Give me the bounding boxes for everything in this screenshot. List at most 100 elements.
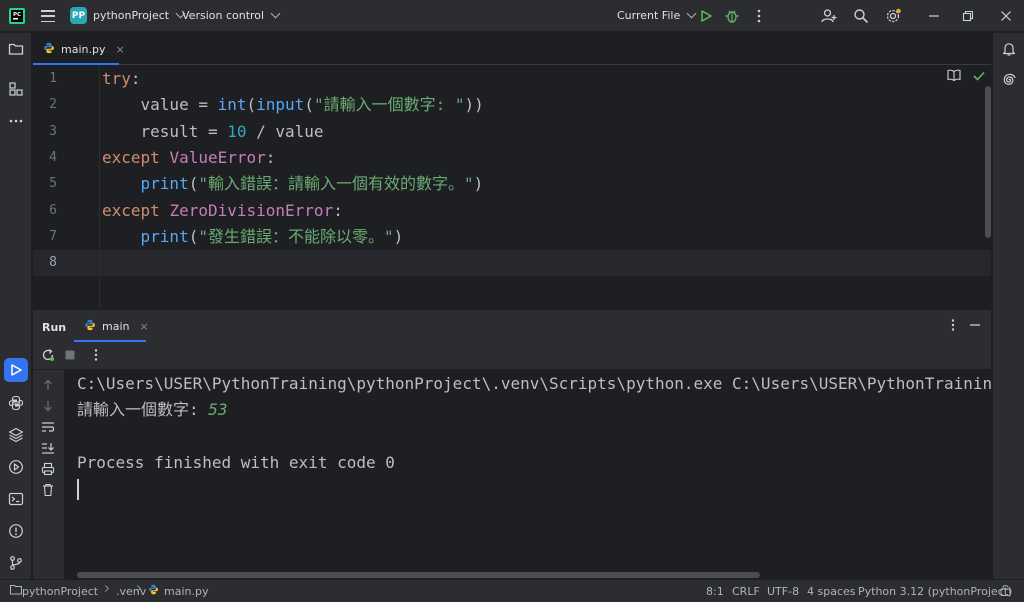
console-prompt-line: 請輸入一個數字: 53: [77, 400, 228, 420]
python-packages-icon[interactable]: [7, 394, 25, 412]
indent-setting[interactable]: 4 spaces: [807, 585, 856, 598]
soft-wrap-icon[interactable]: [41, 420, 55, 434]
add-user-icon[interactable]: [820, 7, 838, 25]
scroll-to-end-icon[interactable]: [41, 441, 55, 455]
close-window-icon[interactable]: [997, 7, 1015, 25]
line-number[interactable]: 1: [33, 71, 57, 86]
code-token: ValueError: [169, 147, 266, 167]
run-tool-window-icon[interactable]: [4, 358, 28, 382]
run-console-output[interactable]: C:\Users\USER\PythonTraining\pythonProje…: [64, 370, 991, 579]
code-token: :: [130, 69, 141, 88]
settings-gear-icon[interactable]: [884, 7, 902, 25]
services-icon[interactable]: [7, 458, 25, 476]
code-token: (: [188, 226, 199, 246]
more-tool-windows-icon[interactable]: [7, 112, 25, 130]
title-bar: PC PP pythonProject Version control Curr…: [0, 0, 1024, 32]
editor-tab-label: main.py: [61, 42, 106, 56]
lock-icon[interactable]: [1000, 584, 1011, 599]
code-token: print: [140, 226, 189, 246]
code-line: except ValueError:: [102, 148, 275, 168]
clear-trash-icon[interactable]: [41, 483, 55, 497]
line-number[interactable]: 8: [33, 255, 57, 270]
search-icon[interactable]: [852, 7, 870, 25]
code-token: 10: [227, 121, 247, 141]
code-token: :: [333, 200, 343, 220]
code-line: result = 10 / value: [102, 122, 324, 142]
line-number[interactable]: 2: [33, 97, 57, 112]
code-token: (: [188, 174, 199, 194]
run-tab-main[interactable]: main ×: [74, 310, 149, 343]
reader-mode-book-icon[interactable]: [947, 69, 961, 84]
run-configuration-selector[interactable]: Current File: [617, 8, 697, 22]
python-interpreter[interactable]: Python 3.12 (pythonProject): [858, 585, 1012, 598]
chevron-down-icon: [686, 8, 697, 19]
close-tab-icon[interactable]: ×: [115, 43, 124, 56]
close-run-tab-icon[interactable]: ×: [139, 320, 148, 333]
toolbar-more-icon[interactable]: [89, 348, 103, 362]
project-switcher[interactable]: PP pythonProject: [70, 7, 186, 24]
code-token: "輸入錯誤：請輸入一個有效的數字。": [198, 174, 474, 194]
code-line: value = int(input("請輸入一個數字: ")): [102, 95, 484, 115]
notifications-bell-icon[interactable]: [1000, 40, 1018, 58]
problems-icon[interactable]: [7, 522, 25, 540]
code-line: print("輸入錯誤：請輸入一個有效的數字。"): [102, 174, 484, 194]
status-bar: pythonProject .venv main.py 8:1 CRLF UTF…: [0, 579, 1024, 602]
line-number[interactable]: 6: [33, 203, 57, 218]
line-number[interactable]: 7: [33, 229, 57, 244]
run-tool-window-header: Run main ×: [33, 309, 991, 342]
line-number-gutter: 1 2 3 4 5 6 7 8: [33, 66, 99, 308]
editor-tab-main-py[interactable]: main.py ×: [33, 33, 125, 65]
scroll-up-arrow-icon[interactable]: [41, 378, 55, 392]
project-folder-icon[interactable]: [7, 40, 25, 58]
code-editor[interactable]: 1 2 3 4 5 6 7 8 try: value = int(input("請輸入一個數字…: [33, 66, 991, 308]
hide-panel-icon[interactable]: [969, 319, 981, 334]
breadcrumb-project[interactable]: pythonProject: [22, 585, 98, 598]
scroll-down-arrow-icon[interactable]: [41, 399, 55, 413]
code-token: try: [102, 69, 131, 88]
structure-icon[interactable]: [7, 80, 25, 98]
run-icon[interactable]: [697, 7, 715, 25]
minimize-window-icon[interactable]: [925, 7, 943, 25]
print-icon[interactable]: [41, 462, 55, 476]
no-problems-check-icon[interactable]: [973, 70, 985, 84]
pycharm-logo-icon[interactable]: PC: [9, 8, 25, 24]
run-options-more-icon[interactable]: [951, 319, 955, 334]
version-control-menu[interactable]: Version control: [182, 8, 281, 22]
caret-position[interactable]: 8:1: [706, 585, 724, 598]
editor-tab-bar: main.py ×: [33, 33, 991, 65]
left-tool-window-bar: [0, 33, 32, 579]
stop-icon[interactable]: [63, 348, 77, 362]
line-number[interactable]: 4: [33, 150, 57, 165]
console-command-line: C:\Users\USER\PythonTraining\pythonProje…: [77, 374, 991, 393]
debug-icon[interactable]: [723, 7, 741, 25]
python-file-icon: [84, 319, 96, 334]
console-horizontal-scrollbar[interactable]: [77, 572, 760, 578]
editor-vertical-scrollbar[interactable]: [985, 86, 991, 238]
line-number[interactable]: 5: [33, 176, 57, 191]
layers-icon[interactable]: [7, 426, 25, 444]
code-token: / value: [246, 121, 324, 141]
right-tool-window-bar: [992, 33, 1024, 579]
restore-window-icon[interactable]: [959, 7, 977, 25]
code-token: ): [473, 174, 484, 194]
rerun-icon[interactable]: [41, 348, 55, 362]
code-token: except: [102, 200, 170, 220]
main-menu-icon[interactable]: [40, 8, 56, 24]
code-token: "發生錯誤：不能除以零。": [198, 226, 394, 246]
terminal-icon[interactable]: [7, 490, 25, 508]
file-encoding[interactable]: UTF-8: [767, 585, 799, 598]
git-branch-icon[interactable]: [7, 554, 25, 572]
breadcrumb-file[interactable]: main.py: [164, 585, 208, 598]
ai-assistant-spiral-icon[interactable]: [1000, 71, 1018, 89]
code-token: result =: [102, 121, 228, 141]
more-actions-icon[interactable]: [750, 7, 768, 25]
code-line: print("發生錯誤：不能除以零。"): [102, 226, 404, 247]
breadcrumb-venv[interactable]: .venv: [116, 585, 146, 598]
console-side-toolbar: [33, 370, 64, 579]
python-file-icon: [43, 42, 55, 57]
run-toolbar: [33, 342, 991, 370]
editor-inspection-widget: [947, 69, 985, 84]
line-number[interactable]: 3: [33, 124, 57, 139]
line-separator[interactable]: CRLF: [732, 585, 760, 598]
